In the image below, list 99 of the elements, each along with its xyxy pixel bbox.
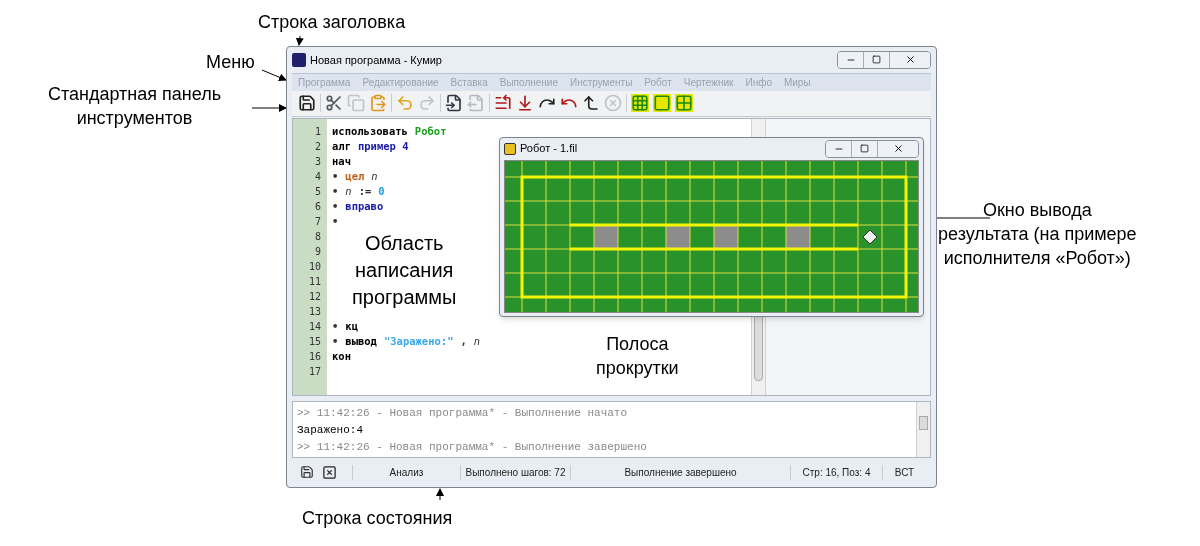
annotation-label: программы [352, 285, 457, 310]
grid-icon[interactable] [675, 94, 693, 113]
line-number: 16 [308, 349, 321, 364]
code-token: пример 4 [357, 138, 409, 154]
frame-icon[interactable] [653, 94, 671, 113]
grid-icon[interactable] [631, 94, 649, 113]
annotation-label: Меню [206, 51, 255, 74]
code-token: • [332, 198, 339, 214]
code-token: Робот [414, 123, 447, 139]
menu-item[interactable]: Редактирование [362, 74, 439, 90]
save-icon[interactable] [300, 465, 314, 480]
close-button[interactable] [890, 51, 930, 68]
annotation-label: результата (на примере [938, 223, 1137, 246]
line-number: 5 [314, 184, 321, 199]
menu-item[interactable]: Выполнение [499, 74, 558, 90]
maximize-button[interactable] [852, 140, 878, 157]
code-token: , [460, 333, 467, 349]
status-text: ВСТ [882, 464, 926, 480]
line-number: 13 [308, 304, 321, 319]
arrow [436, 488, 444, 501]
code-token: использовать [332, 123, 408, 139]
arrow [295, 35, 304, 46]
menu-item[interactable]: Миры [783, 74, 811, 90]
code-token: • [332, 333, 339, 349]
code-token: • [332, 213, 339, 229]
status-text: Выполнение завершено [570, 464, 790, 480]
menu-item[interactable]: Робот [644, 74, 672, 90]
annotation-label: прокрутки [596, 357, 679, 380]
line-number: 9 [314, 244, 321, 259]
output-line: >> 11:42:26 - Новая программа* - Выполнение начато [297, 405, 629, 421]
annotation-label: Область [365, 231, 444, 256]
close-button[interactable] [878, 140, 918, 157]
maximize-icon [872, 55, 881, 65]
minimize-button[interactable] [826, 140, 852, 157]
annotation-label: написания [355, 258, 454, 283]
annotation-label: Строка состояния [302, 507, 453, 530]
code-token: n [371, 168, 378, 184]
line-number: 3 [314, 154, 321, 169]
annotation-label: Полоса [606, 333, 669, 356]
save-icon[interactable] [298, 94, 316, 113]
menu-item[interactable]: Вставка [450, 74, 488, 90]
code-token: вывод [345, 333, 377, 349]
line-number: 7 [314, 214, 321, 229]
step-down-icon[interactable] [516, 94, 534, 113]
annotation-label: Стандартная панель [48, 83, 222, 106]
code-token: "Заражено:" [383, 333, 454, 349]
line-number: 17 [308, 364, 321, 379]
annotation-label: инструментов [76, 107, 193, 130]
line-number: 10 [308, 259, 321, 274]
line-number: 2 [314, 139, 321, 154]
status-text: Стр: 16, Поз: 4 [790, 464, 882, 480]
code-token: n [345, 183, 352, 199]
status-text: Анализ [352, 464, 460, 480]
output-line: Заражено:4 [297, 422, 364, 438]
line-number: 14 [308, 319, 321, 334]
code-token: вправо [345, 198, 384, 214]
code-token: нач [332, 153, 351, 169]
code-token: кон [332, 348, 351, 364]
code-token: n [473, 333, 481, 349]
maximize-icon [860, 144, 869, 153]
annotation-label: исполнителя «Робот») [943, 247, 1131, 270]
menu-item[interactable]: Чертежник [683, 74, 734, 90]
annotation-label: Окно вывода [982, 199, 1092, 222]
code-token: • [332, 183, 339, 199]
menu-item[interactable]: Инструменты [569, 74, 633, 90]
window-title: Робот - 1.fil [520, 141, 579, 157]
annotation-label: Строка заголовка [258, 11, 406, 34]
line-number: 11 [308, 274, 321, 289]
line-number: 15 [308, 334, 321, 349]
code-token: := [358, 183, 372, 199]
output-line: >> 11:42:26 - Новая программа* - Выполнение завершено [297, 439, 648, 455]
code-token: алг [332, 138, 351, 154]
square-x-icon[interactable] [322, 464, 337, 480]
maximize-button[interactable] [864, 51, 890, 68]
document-icon[interactable] [445, 94, 463, 113]
arrow [261, 69, 287, 81]
close-icon [904, 54, 916, 66]
code-token: • [332, 168, 339, 184]
step-out-icon[interactable] [582, 94, 600, 113]
app-logo-icon [292, 52, 306, 67]
line-number: 6 [314, 199, 321, 214]
code-token: • [332, 318, 339, 334]
status-text: Выполнено шагов: 72 [460, 464, 570, 480]
arrow [251, 104, 287, 112]
menu-item[interactable]: Программа [298, 74, 351, 90]
line-number: 4 [314, 169, 321, 184]
line-number: 12 [308, 289, 321, 304]
code-token: 0 [378, 183, 385, 199]
menu-item[interactable]: Инфо [745, 74, 772, 90]
window-title: Новая программа - Кумир [310, 52, 443, 68]
line-number: 8 [314, 229, 321, 244]
scrollbar[interactable] [916, 401, 930, 458]
close-icon [892, 143, 904, 154]
paste-icon[interactable] [369, 94, 387, 113]
line-number: 1 [314, 124, 321, 139]
scissors-icon[interactable] [325, 94, 343, 113]
code-token: кц [345, 318, 358, 334]
code-token: цел [345, 168, 365, 184]
minimize-button[interactable] [838, 51, 864, 68]
